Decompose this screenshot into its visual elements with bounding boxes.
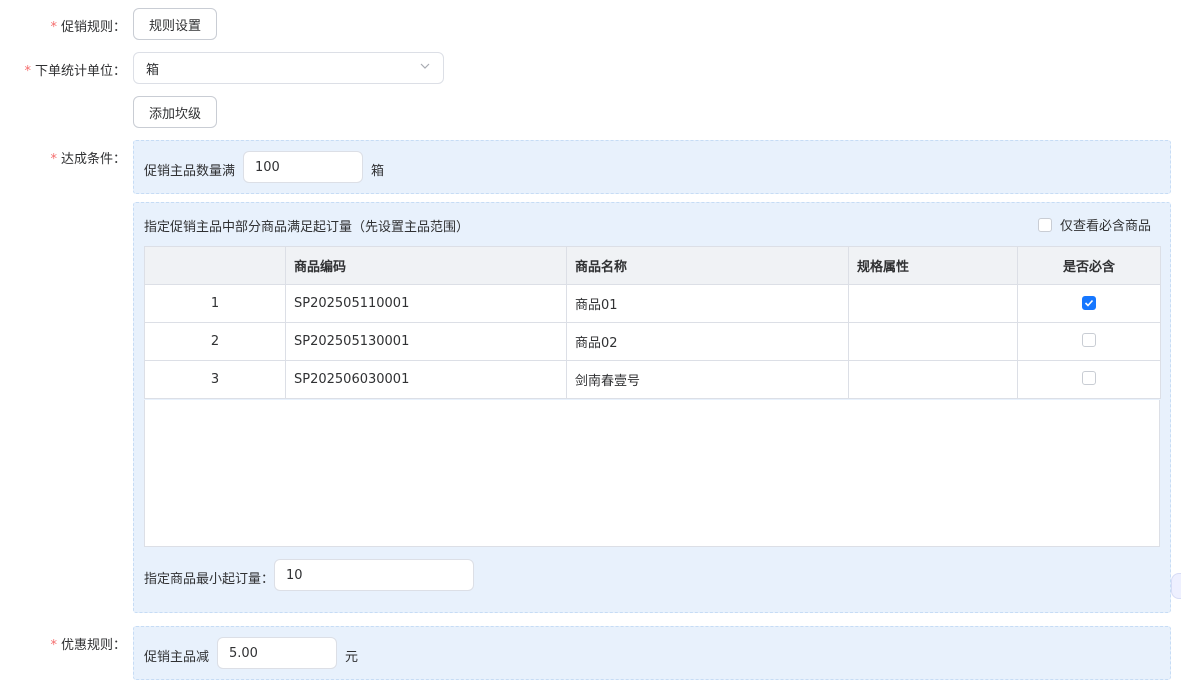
condition-prefix: 促销主品数量满 bbox=[144, 164, 236, 179]
order-unit-select[interactable]: 箱 bbox=[133, 52, 444, 84]
chevron-down-icon bbox=[419, 60, 431, 76]
required-star: * bbox=[50, 20, 57, 35]
promo-rule-label: * 促销规则： bbox=[50, 16, 126, 35]
col-code-header: 商品编码 bbox=[285, 246, 567, 285]
table-row: 3 SP202506030001 剑南春壹号 bbox=[144, 360, 1161, 399]
row-required bbox=[1017, 284, 1161, 323]
col-index-header bbox=[144, 246, 286, 285]
required-checkbox[interactable] bbox=[1082, 370, 1096, 385]
table-row: 1 SP202505110001 商品01 bbox=[144, 284, 1161, 323]
row-required bbox=[1017, 360, 1161, 399]
table-header-row: 商品编码 商品名称 规格属性 是否必含 bbox=[144, 246, 1161, 285]
row-name: 商品01 bbox=[566, 284, 849, 323]
min-qty-input[interactable]: 10 bbox=[274, 559, 474, 591]
order-unit-value: 箱 bbox=[146, 62, 160, 78]
discount-panel: 促销主品减 5.00 元 bbox=[133, 626, 1171, 680]
min-qty-label: 指定商品最小起订量： bbox=[144, 572, 275, 587]
only-required-checkbox[interactable] bbox=[1038, 217, 1052, 232]
only-required-toggle[interactable]: 仅查看必含商品 bbox=[1038, 215, 1151, 234]
discount-value: 5.00 bbox=[229, 645, 258, 661]
discount-prefix: 促销主品减 bbox=[144, 650, 210, 665]
order-unit-label: * 下单统计单位： bbox=[24, 60, 126, 79]
check-icon bbox=[1084, 299, 1094, 307]
add-level-button[interactable]: 添加坎级 bbox=[133, 96, 217, 128]
table-row: 2 SP202505130001 商品02 bbox=[144, 322, 1161, 361]
col-spec-header: 规格属性 bbox=[848, 246, 1018, 285]
row-code: SP202505110001 bbox=[285, 284, 567, 323]
condition-label: * 达成条件： bbox=[50, 148, 126, 167]
row-index: 3 bbox=[144, 360, 286, 399]
label-colon: ： bbox=[112, 152, 126, 167]
row-code: SP202505130001 bbox=[285, 322, 567, 361]
row-spec bbox=[848, 322, 1018, 361]
promo-rule-label-text: 促销规则 bbox=[60, 20, 113, 35]
row-spec bbox=[848, 360, 1018, 399]
min-qty-value: 10 bbox=[286, 567, 303, 583]
row-required bbox=[1017, 322, 1161, 361]
discount-label: * 优惠规则： bbox=[50, 634, 126, 653]
required-checkbox[interactable] bbox=[1082, 332, 1096, 347]
row-name: 剑南春壹号 bbox=[566, 360, 849, 399]
discount-unit: 元 bbox=[345, 650, 359, 665]
label-colon: ： bbox=[112, 20, 126, 35]
rule-settings-button[interactable]: 规则设置 bbox=[133, 8, 217, 40]
required-star: * bbox=[50, 152, 57, 167]
col-name-header: 商品名称 bbox=[566, 246, 849, 285]
condition-qty-value: 100 bbox=[255, 159, 280, 175]
required-star: * bbox=[24, 64, 31, 79]
discount-value-input[interactable]: 5.00 bbox=[217, 637, 337, 669]
order-unit-label-text: 下单统计单位 bbox=[34, 64, 113, 79]
only-required-label: 仅查看必含商品 bbox=[1060, 219, 1152, 234]
floating-assistant-handle[interactable] bbox=[1171, 573, 1181, 599]
designated-title: 指定促销主品中部分商品满足起订量（先设置主品范围） bbox=[144, 220, 470, 235]
col-required-header: 是否必含 bbox=[1017, 246, 1161, 285]
table-empty-area bbox=[144, 400, 1160, 547]
row-name: 商品02 bbox=[566, 322, 849, 361]
condition-qty-input[interactable]: 100 bbox=[243, 151, 363, 183]
condition-label-text: 达成条件 bbox=[60, 152, 113, 167]
label-colon: ： bbox=[112, 64, 126, 79]
required-star: * bbox=[50, 638, 57, 653]
designated-products-panel: 指定促销主品中部分商品满足起订量（先设置主品范围） 仅查看必含商品 商品编码 商… bbox=[133, 202, 1171, 613]
row-index: 1 bbox=[144, 284, 286, 323]
condition-panel: 促销主品数量满 100 箱 bbox=[133, 140, 1171, 194]
designated-products-table: 商品编码 商品名称 规格属性 是否必含 1 SP202505110001 商品0… bbox=[144, 246, 1161, 399]
label-colon: ： bbox=[112, 638, 126, 653]
row-code: SP202506030001 bbox=[285, 360, 567, 399]
required-checkbox[interactable] bbox=[1082, 295, 1096, 310]
discount-label-text: 优惠规则 bbox=[60, 638, 113, 653]
row-index: 2 bbox=[144, 322, 286, 361]
condition-unit: 箱 bbox=[371, 164, 385, 179]
row-spec bbox=[848, 284, 1018, 323]
